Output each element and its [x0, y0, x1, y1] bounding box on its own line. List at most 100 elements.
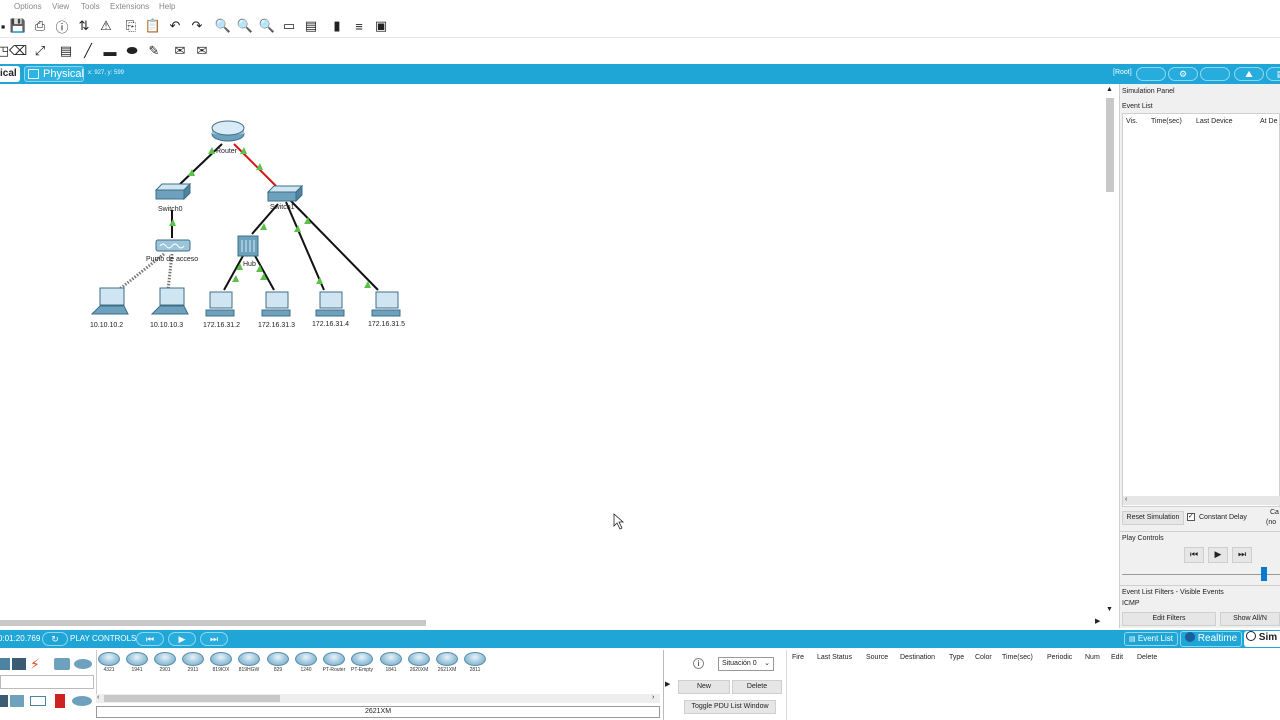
edit-filters-button[interactable]: Edit Filters: [1122, 612, 1216, 626]
misc-icon[interactable]: [54, 658, 70, 670]
scroll-left-icon[interactable]: ‹: [97, 694, 99, 701]
line-icon[interactable]: ╱: [79, 42, 97, 60]
constant-delay-checkbox[interactable]: ✓: [1187, 513, 1195, 521]
switch0-icon[interactable]: [154, 182, 192, 201]
move-object-button[interactable]: ⚙: [1168, 67, 1198, 81]
speed-slider-thumb[interactable]: [1261, 567, 1267, 581]
pc-icon[interactable]: [205, 291, 235, 317]
reset-simulation-button[interactable]: Reset Simulation: [1122, 511, 1184, 525]
show-all-button[interactable]: Show All/N: [1220, 612, 1280, 626]
pc-icon[interactable]: [315, 291, 345, 317]
expand-arrow-icon[interactable]: ▶: [665, 680, 670, 688]
device-1941[interactable]: 1941: [125, 652, 149, 673]
menu-options[interactable]: Options: [14, 2, 42, 11]
wizard-icon[interactable]: ⇅: [75, 17, 93, 35]
play-icon[interactable]: ▶: [1208, 547, 1228, 563]
save-icon[interactable]: 💾: [9, 17, 27, 35]
drawing-palette-icon[interactable]: ▭: [280, 17, 298, 35]
menu-help[interactable]: Help: [159, 2, 175, 11]
network-devices-icon[interactable]: [0, 658, 10, 670]
device-1240[interactable]: 1240: [294, 652, 318, 673]
power-cycle-button[interactable]: ↻: [42, 632, 68, 646]
event-list-toggle[interactable]: ▤ Event List: [1124, 632, 1178, 646]
delete-scenario-button[interactable]: Delete: [732, 680, 782, 694]
topology-canvas[interactable]: Router Switch0 Switch1 Punto de acceso H…: [0, 84, 1104, 616]
step-back-icon[interactable]: ⏮: [1184, 547, 1204, 563]
screenshot-icon[interactable]: ▣: [372, 17, 390, 35]
tab-physical[interactable]: Physical: [24, 66, 84, 82]
cluster-icon[interactable]: ▤: [1266, 67, 1280, 81]
speed-slider-track[interactable]: [1122, 574, 1280, 575]
end-devices-icon[interactable]: [12, 658, 26, 670]
device-pt-router[interactable]: PT-Router: [322, 652, 346, 673]
zoom-reset-icon[interactable]: 🔍: [236, 17, 254, 35]
back-icon[interactable]: ⏮: [136, 632, 164, 646]
scenario-select[interactable]: Situación 0 ⌄: [718, 657, 774, 671]
tab-logical[interactable]: ical: [0, 66, 20, 82]
device-2911[interactable]: 2911: [181, 652, 205, 673]
realtime-mode-tab[interactable]: Realtime: [1180, 631, 1242, 647]
device-819hgw[interactable]: 819HGW: [237, 652, 261, 673]
device-2620xm[interactable]: 2620XM: [407, 652, 431, 673]
new-scenario-button[interactable]: New: [678, 680, 730, 694]
scroll-down-icon[interactable]: ▼: [1106, 606, 1113, 613]
device-819iox[interactable]: 819IOX: [209, 652, 233, 673]
router-category-icon[interactable]: [0, 695, 8, 707]
rectangle-icon[interactable]: ▬: [101, 42, 119, 60]
laptop-icon[interactable]: [90, 287, 129, 315]
freeform-icon[interactable]: ✎: [145, 42, 163, 60]
device-4321[interactable]: 4321: [97, 652, 121, 673]
redo-icon[interactable]: ↷: [188, 17, 206, 35]
simulation-mode-tab[interactable]: Sim: [1244, 631, 1280, 647]
device-2621xm[interactable]: 2621XM: [435, 652, 459, 673]
hub-icon[interactable]: [237, 235, 259, 257]
switch1-icon[interactable]: [266, 184, 304, 203]
ellipse-icon[interactable]: ⬬: [123, 42, 141, 60]
paste-icon[interactable]: 📋: [144, 17, 162, 35]
scroll-left-icon[interactable]: ‹: [1125, 496, 1127, 503]
device-1841[interactable]: 1841: [379, 652, 403, 673]
toggle-pdu-list-button[interactable]: Toggle PDU List Window: [684, 700, 776, 714]
horizontal-scroll-thumb[interactable]: [0, 620, 426, 626]
viewport-icon[interactable]: ▮: [328, 17, 346, 35]
new-cluster-button[interactable]: [1136, 67, 1166, 81]
delete-icon[interactable]: ⌫: [9, 42, 27, 60]
zoom-in-icon[interactable]: 🔍: [214, 17, 232, 35]
panel-splitter[interactable]: [663, 650, 664, 720]
undo-icon[interactable]: ↶: [166, 17, 184, 35]
menu-extensions[interactable]: Extensions: [110, 2, 149, 11]
category-search-field[interactable]: [0, 675, 94, 689]
zoom-out-icon[interactable]: 🔍: [258, 17, 276, 35]
scroll-up-icon[interactable]: ▲: [1106, 86, 1113, 93]
scroll-right-icon[interactable]: ›: [652, 694, 654, 701]
resize-icon[interactable]: ⤢: [31, 42, 49, 60]
menu-tools[interactable]: Tools: [81, 2, 100, 11]
device-2811[interactable]: 2811: [463, 652, 487, 673]
security-category-icon[interactable]: [55, 694, 65, 708]
device-pt-empty[interactable]: PT-Empty: [350, 652, 374, 673]
device-829[interactable]: 829: [266, 652, 290, 673]
play-icon[interactable]: ▶: [168, 632, 196, 646]
complex-pdu-icon[interactable]: ✉: [193, 42, 211, 60]
copy-icon[interactable]: ⎘: [122, 17, 140, 35]
simple-pdu-icon[interactable]: ✉: [171, 42, 189, 60]
event-list-hscrollbar[interactable]: [1123, 496, 1280, 505]
print-icon[interactable]: ⎙: [31, 17, 49, 35]
pc-icon[interactable]: [371, 291, 401, 317]
scenario-info-icon[interactable]: i: [693, 658, 704, 669]
routers-icon[interactable]: [74, 659, 92, 669]
laptop-icon[interactable]: [150, 287, 189, 315]
device-2901[interactable]: 2901: [153, 652, 177, 673]
scroll-right-icon[interactable]: ▶: [1095, 617, 1100, 625]
vertical-scroll-thumb[interactable]: [1106, 98, 1114, 192]
step-forward-icon[interactable]: ⏭: [1232, 547, 1252, 563]
connections-icon[interactable]: ⚡: [30, 656, 40, 673]
set-background-button[interactable]: [1200, 67, 1230, 81]
device-list-scroll-thumb[interactable]: [104, 695, 280, 702]
pdu-icon[interactable]: ≡: [350, 17, 368, 35]
menu-view[interactable]: View: [52, 2, 69, 11]
event-list-table[interactable]: [1122, 113, 1280, 507]
hub-category-icon[interactable]: [30, 696, 46, 706]
info-icon[interactable]: ⓘ: [53, 17, 71, 35]
note-icon[interactable]: ▤: [57, 42, 75, 60]
